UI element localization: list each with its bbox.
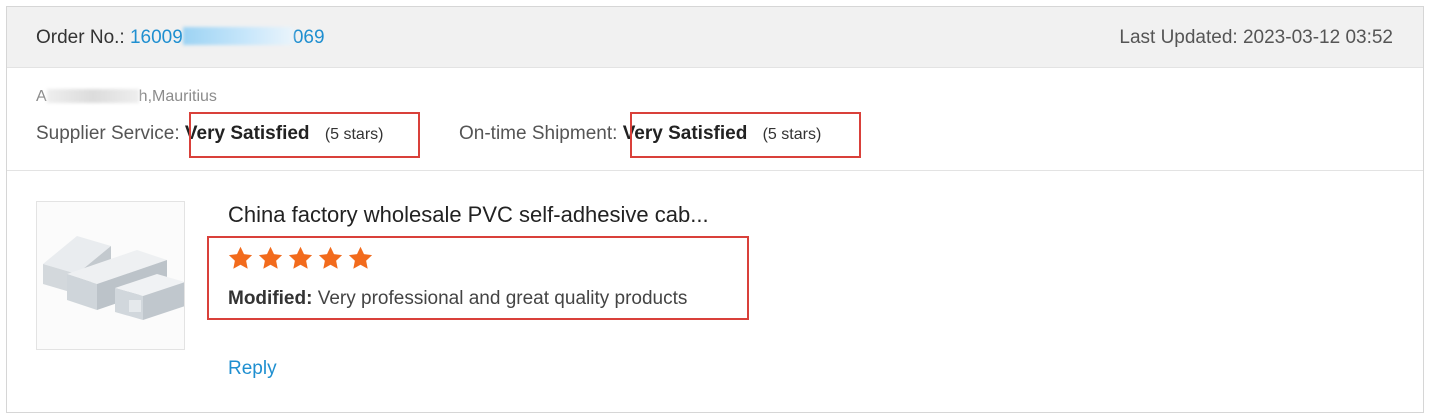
reply-link[interactable]: Reply [228, 358, 277, 380]
order-number: Order No.: 16009 069 [36, 27, 325, 49]
redacted-blur [182, 27, 293, 45]
highlight-box [207, 236, 749, 320]
cable-trunking-image [37, 202, 185, 349]
ontime-shipment-label: On-time Shipment: [459, 123, 618, 144]
highlight-box [630, 112, 861, 158]
order-review-card: Order No.: 16009 069 Last Updated: 2023-0… [6, 6, 1424, 413]
product-title[interactable]: China factory wholesale PVC self-adhesiv… [228, 202, 709, 228]
order-header: Order No.: 16009 069 Last Updated: 2023-0… [7, 7, 1423, 68]
supplier-service-label: Supplier Service: [36, 123, 180, 144]
order-number-link[interactable]: 16009 069 [130, 27, 325, 48]
buyer-address: Ah,Mauritius [36, 88, 217, 105]
highlight-box [189, 112, 420, 158]
order-number-label: Order No.: [36, 27, 125, 48]
redacted-blur [46, 89, 139, 103]
last-updated: Last Updated: 2023-03-12 03:52 [1119, 27, 1393, 48]
product-image[interactable] [36, 201, 185, 350]
